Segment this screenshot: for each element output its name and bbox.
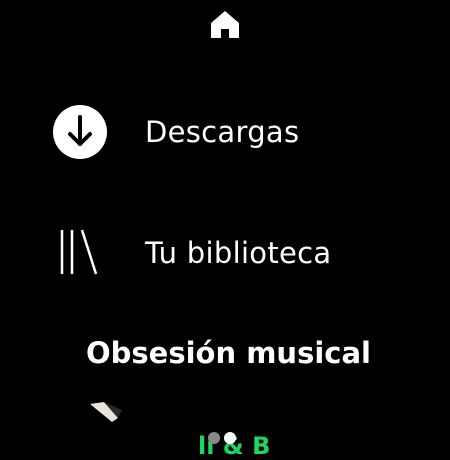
page-dot-1[interactable] <box>208 432 220 444</box>
downloads-menu-item[interactable]: Descargas <box>52 104 299 160</box>
library-label: Tu biblioteca <box>145 236 332 270</box>
home-icon <box>211 11 239 38</box>
section-title: Obsesión musical <box>86 336 371 370</box>
download-circle-icon <box>52 104 108 160</box>
home-button[interactable] <box>209 8 241 40</box>
library-icon <box>52 225 108 281</box>
page-dot-2-active[interactable] <box>224 432 236 444</box>
downloads-label: Descargas <box>145 115 300 149</box>
playlist-thumbnail[interactable] <box>88 400 124 424</box>
page-indicator <box>208 432 236 444</box>
library-menu-item[interactable]: Tu biblioteca <box>52 225 331 281</box>
